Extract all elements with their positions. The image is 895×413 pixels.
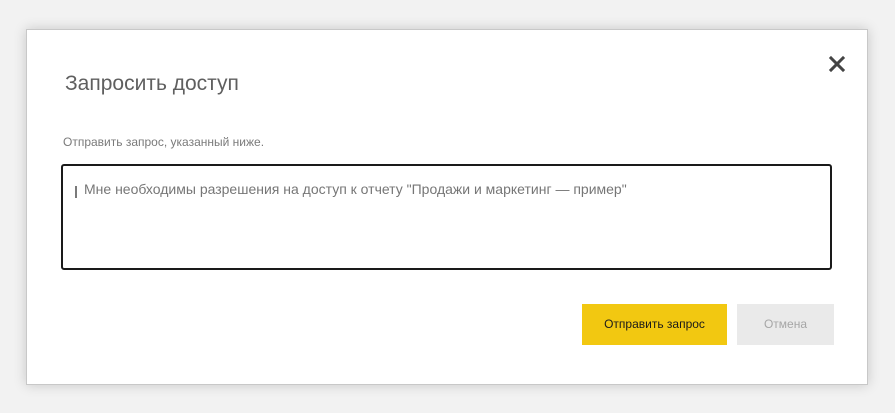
close-icon <box>828 55 846 73</box>
dialog-subtitle: Отправить запрос, указанный ниже. <box>63 135 265 149</box>
send-request-button[interactable]: Отправить запрос <box>582 304 727 345</box>
request-message-text: Мне необходимы разрешения на доступ к от… <box>84 181 627 197</box>
text-caret <box>75 186 77 198</box>
dialog-title: Запросить доступ <box>65 72 239 95</box>
request-message-textarea[interactable]: Мне необходимы разрешения на доступ к от… <box>61 164 832 270</box>
cancel-button[interactable]: Отмена <box>737 304 834 345</box>
request-access-dialog: Запросить доступ Отправить запрос, указа… <box>26 29 868 385</box>
close-button[interactable] <box>827 54 847 74</box>
